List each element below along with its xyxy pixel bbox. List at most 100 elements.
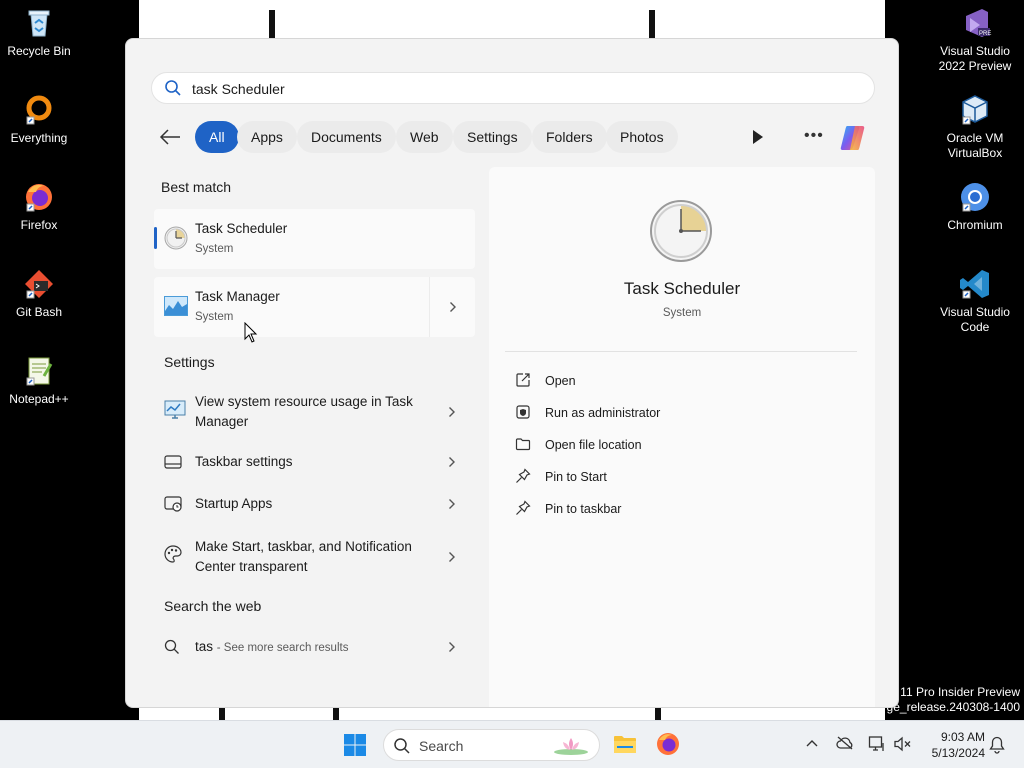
setting-startup-apps[interactable]: Startup Apps <box>154 486 475 522</box>
filter-chip-photos[interactable]: Photos <box>606 121 678 153</box>
result-title: Task Manager <box>195 289 280 304</box>
background-mark <box>219 708 225 720</box>
task-manager-icon <box>164 296 188 316</box>
search-icon <box>165 80 181 96</box>
desktop-icon-label: Visual Studio 2022 Preview <box>938 44 1012 73</box>
notepadpp-icon <box>26 357 53 386</box>
chevron-right-icon <box>450 302 456 312</box>
desktop-icon-label: Oracle VM VirtualBox <box>946 131 1004 160</box>
shield-icon <box>516 405 530 419</box>
search-icon <box>394 738 410 754</box>
web-query: tas <box>195 639 214 654</box>
chevron-right-icon <box>449 499 455 509</box>
search-icon <box>164 639 179 654</box>
clock-icon <box>650 200 712 262</box>
background-mark <box>333 708 339 720</box>
action-label: Open <box>545 374 576 388</box>
firefox-icon <box>26 184 52 212</box>
setting-resource-usage[interactable]: View system resource usage in Task Manag… <box>154 386 475 438</box>
recycle-bin-icon <box>28 10 50 37</box>
setting-label: View system resource usage in Task Manag… <box>195 394 413 429</box>
setting-taskbar[interactable]: Taskbar settings <box>154 444 475 480</box>
os-watermark: 11 Pro Insider Preview ge_release.240308… <box>887 685 1020 715</box>
chevron-right-icon <box>449 552 455 562</box>
cloud-offline-icon[interactable] <box>836 736 854 750</box>
action-label: Run as administrator <box>545 406 661 420</box>
desktop-icon-chromium[interactable]: Chromium <box>933 180 1017 233</box>
everything-icon <box>26 95 52 125</box>
desktop-icon-label: Everything <box>10 131 68 145</box>
git-bash-icon <box>25 270 53 299</box>
clock-readout[interactable]: 9:03 AM 5/13/2024 <box>915 729 985 761</box>
taskbar-search-label: Search <box>419 738 464 754</box>
desktop-icon-vscode[interactable]: Visual Studio Code <box>933 267 1017 335</box>
folder-icon <box>515 438 531 451</box>
filter-chip-all[interactable]: All <box>195 121 239 153</box>
search-web-heading: Search the web <box>164 598 262 614</box>
desktop-icon-virtualbox[interactable]: Oracle VM VirtualBox <box>933 93 1017 161</box>
desktop-icon-label: Notepad++ <box>9 392 69 406</box>
filter-chip-web[interactable]: Web <box>396 121 453 153</box>
action-label: Open file location <box>545 438 642 452</box>
pin-icon <box>516 500 531 515</box>
volume-muted-icon[interactable] <box>894 736 912 752</box>
result-subtitle: System <box>195 311 234 323</box>
setting-label: Startup Apps <box>195 496 273 511</box>
desktop-icon-recycle-bin[interactable]: Recycle Bin <box>0 6 81 59</box>
date-text: 5/13/2024 <box>931 746 985 760</box>
setting-transparency[interactable]: Make Start, taskbar, and Notification Ce… <box>154 531 475 583</box>
monitor-icon <box>164 400 186 419</box>
clock-icon <box>164 226 188 250</box>
firefox-icon[interactable] <box>656 732 680 756</box>
file-explorer-icon[interactable] <box>613 733 637 755</box>
open-external-icon <box>516 373 530 387</box>
visual-studio-icon: PRE <box>966 9 991 37</box>
desktop-icon-notepadpp[interactable]: Notepad++ <box>0 354 81 407</box>
settings-heading: Settings <box>164 354 215 370</box>
desktop-icon-label: Recycle Bin <box>7 44 71 58</box>
taskbar-search-box[interactable]: Search <box>383 729 600 761</box>
filter-bar: All Apps Documents Web Settings Folders … <box>156 121 876 153</box>
filter-chip-settings[interactable]: Settings <box>453 121 532 153</box>
back-arrow-icon[interactable] <box>156 125 184 149</box>
copilot-icon[interactable] <box>839 122 871 152</box>
taskbar: Search 9:03 AM 5/13/2024 <box>0 720 1024 768</box>
taskbar-icon <box>164 455 182 469</box>
background-mark <box>649 10 655 38</box>
filter-chip-documents[interactable]: Documents <box>297 121 396 153</box>
desktop-icon-label: Firefox <box>20 218 58 232</box>
result-title: Task Scheduler <box>195 221 288 236</box>
desktop-icon-label: Git Bash <box>15 305 63 319</box>
chevron-up-icon[interactable] <box>805 738 819 748</box>
more-options-icon[interactable]: ••• <box>804 127 824 145</box>
desktop-icon-visual-studio[interactable]: PRE Visual Studio 2022 Preview <box>933 6 1017 74</box>
preview-pane: Task Scheduler System Open Run as admini… <box>489 167 875 707</box>
divider <box>505 351 857 352</box>
watermark-line: ge_release.240308-1400 <box>886 700 1020 714</box>
desktop-icon-everything[interactable]: Everything <box>0 93 81 146</box>
preview-subtitle: System <box>662 307 702 319</box>
web-search-result[interactable]: tas - See more search results <box>154 629 475 665</box>
more-filters-play-icon[interactable] <box>751 128 765 146</box>
filter-chip-folders[interactable]: Folders <box>532 121 607 153</box>
search-box[interactable] <box>151 72 875 104</box>
start-search-panel: All Apps Documents Web Settings Folders … <box>125 38 899 708</box>
startup-apps-icon <box>164 496 182 512</box>
preview-title: Task Scheduler <box>623 279 741 298</box>
virtualbox-icon <box>962 95 988 125</box>
filter-chip-apps[interactable]: Apps <box>237 121 297 153</box>
palette-icon <box>164 545 182 563</box>
search-input[interactable] <box>192 79 842 99</box>
result-task-scheduler[interactable]: Task Scheduler System <box>154 209 475 269</box>
network-icon[interactable] <box>868 735 886 753</box>
windows-start-icon[interactable] <box>343 733 367 757</box>
svg-text:PRE: PRE <box>979 31 991 37</box>
notification-bell-icon[interactable] <box>989 736 1005 754</box>
chromium-icon <box>961 183 989 212</box>
web-hint: - See more search results <box>216 642 349 654</box>
desktop-icon-git-bash[interactable]: Git Bash <box>0 267 81 320</box>
expand-button[interactable] <box>429 277 475 337</box>
result-task-manager[interactable]: Task Manager System <box>154 277 475 337</box>
desktop-icon-firefox[interactable]: Firefox <box>0 180 81 233</box>
best-match-heading: Best match <box>161 179 232 195</box>
